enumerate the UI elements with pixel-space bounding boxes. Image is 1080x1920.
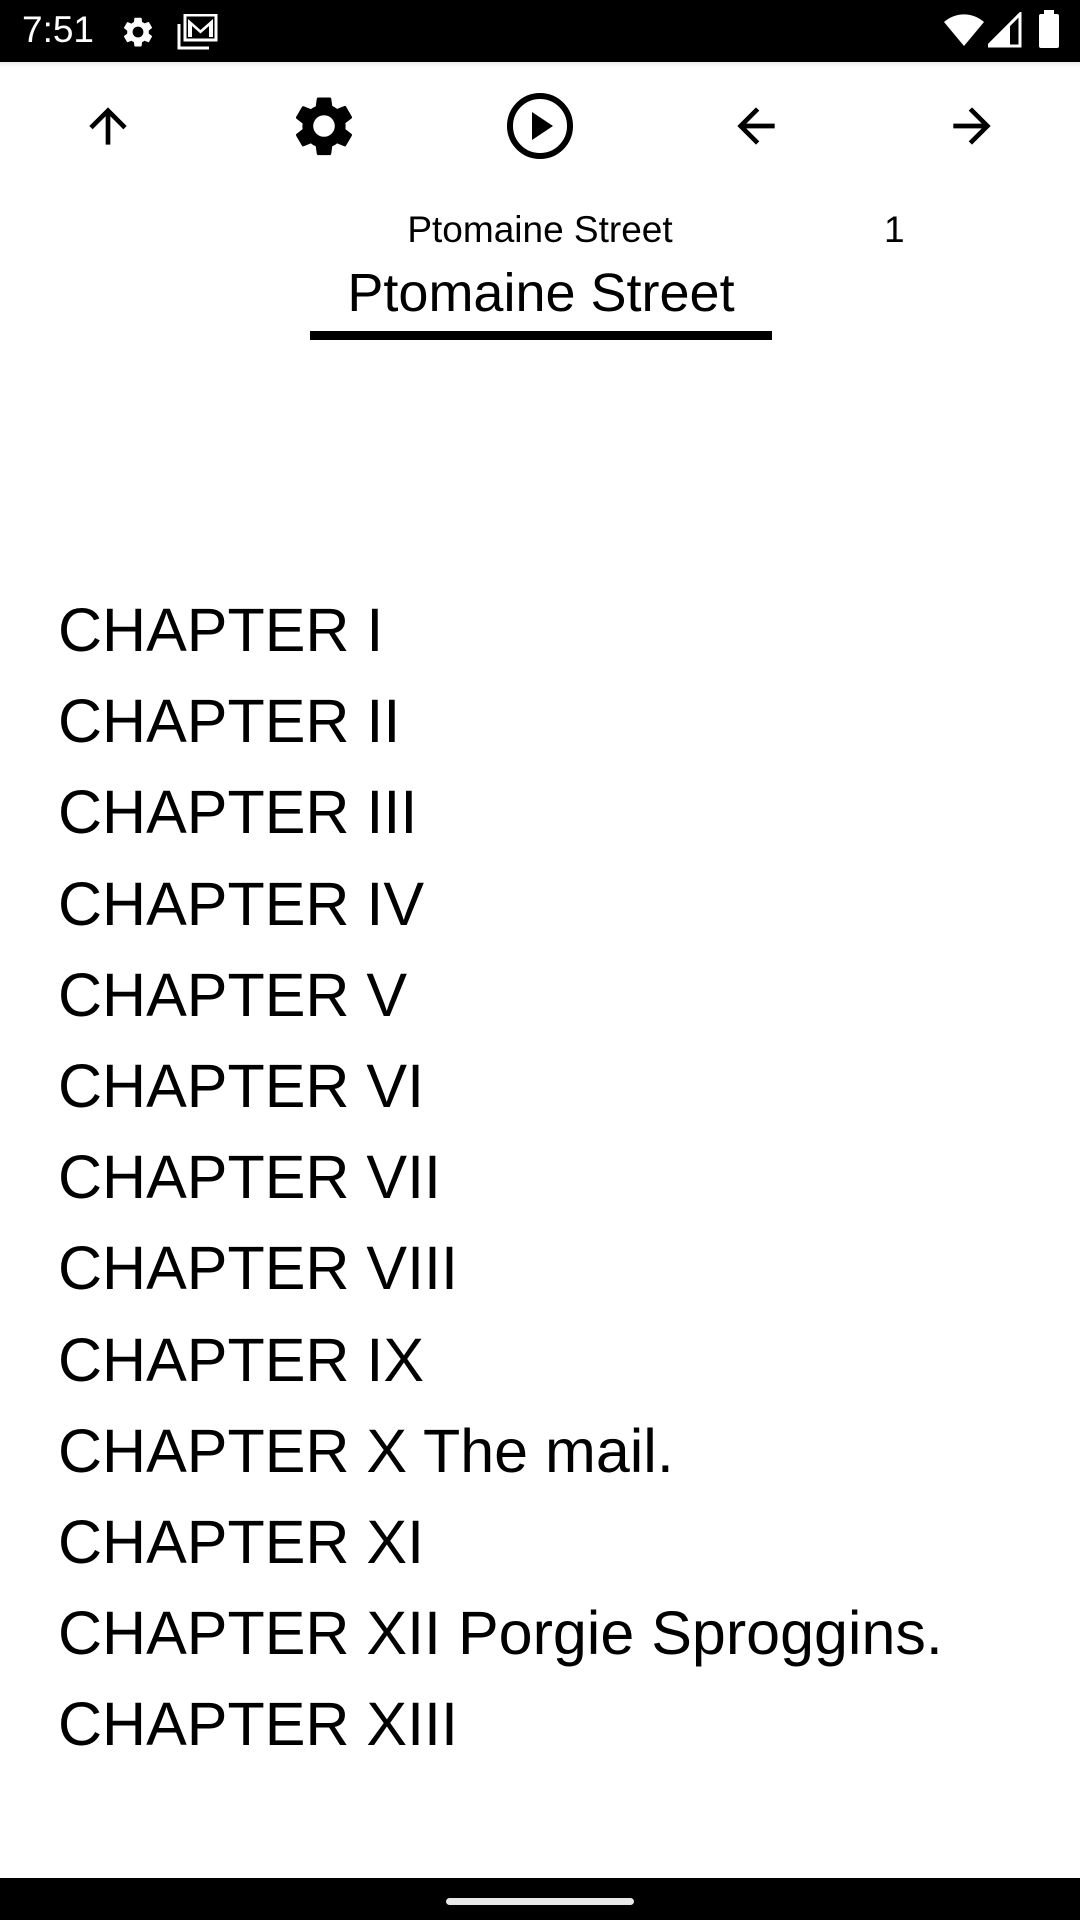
settings-icon [120,14,156,55]
book-title: Ptomaine Street [407,209,673,250]
arrow-up-icon [80,98,136,159]
status-bar: 7:51 [0,0,1080,62]
status-time: 7:51 [22,9,95,50]
chapter-link[interactable]: CHAPTER XI [58,1497,943,1588]
battery-icon [1038,10,1060,55]
arrow-right-icon [944,98,1000,159]
chapter-link[interactable]: CHAPTER IV [58,859,943,950]
play-circle-icon [505,91,575,166]
chapter-link[interactable]: CHAPTER VII [58,1132,943,1223]
navigation-bar [0,1878,1080,1920]
page-number: 1 [884,209,905,250]
chapter-link[interactable]: CHAPTER II [58,676,943,767]
chapter-list: CHAPTER I CHAPTER II CHAPTER III CHAPTER… [58,585,943,1770]
chapter-link[interactable]: CHAPTER VI [58,1041,943,1132]
up-button[interactable] [68,88,148,168]
chapter-link[interactable]: CHAPTER VIII [58,1223,943,1314]
play-button[interactable] [500,88,580,168]
home-gesture-handle[interactable] [446,1898,634,1905]
previous-button[interactable] [716,88,796,168]
next-button[interactable] [932,88,1012,168]
chapter-link[interactable]: CHAPTER III [58,767,943,858]
chapter-link[interactable]: CHAPTER IX [58,1315,943,1406]
heading-underline [310,331,772,340]
chapter-link[interactable]: CHAPTER X The mail. [58,1406,943,1497]
arrow-left-icon [728,98,784,159]
chapter-link[interactable]: CHAPTER XIII [58,1679,943,1770]
wifi-icon [944,12,984,53]
gear-icon [288,90,360,167]
chapter-link[interactable]: CHAPTER XII Porgie Sproggins. [58,1588,943,1679]
toolbar-divider [0,62,1080,68]
gmail-icon [176,13,218,55]
chapter-link[interactable]: CHAPTER I [58,585,943,676]
book-heading: Ptomaine Street [347,263,735,321]
chapter-link[interactable]: CHAPTER V [58,950,943,1041]
cellular-signal-icon [984,10,1022,53]
heading-container: Ptomaine Street [310,258,772,321]
settings-button[interactable] [284,88,364,168]
